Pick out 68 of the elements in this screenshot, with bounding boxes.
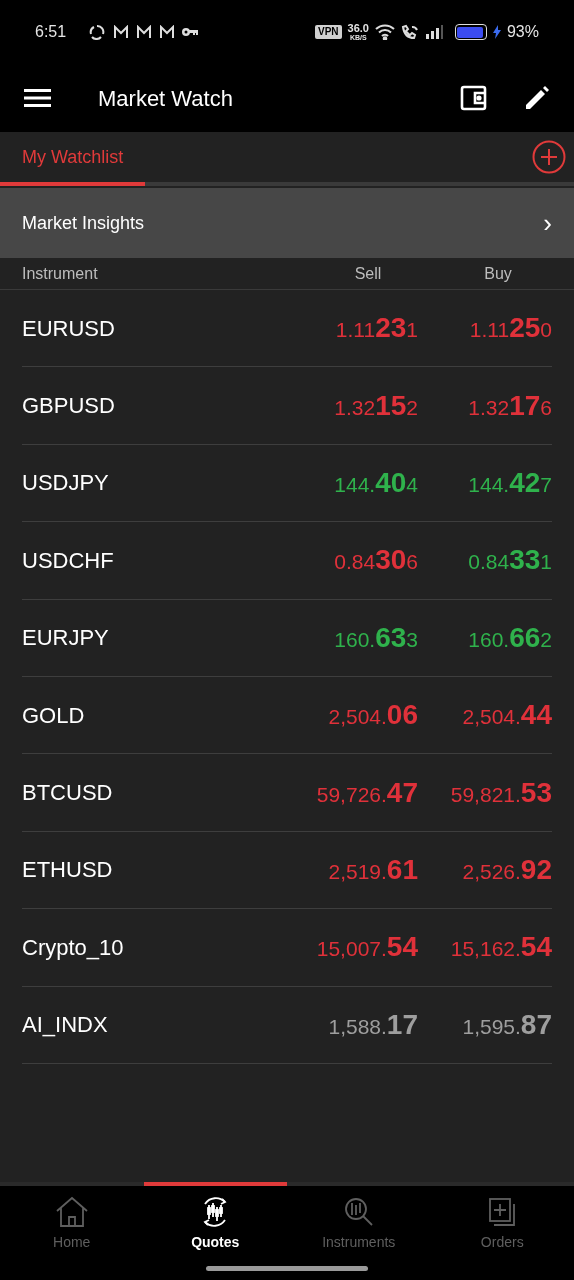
price: 1.11231 xyxy=(335,311,418,346)
instrument-row[interactable]: GOLD 2,504.06 2,504.44 xyxy=(22,676,552,755)
instrument-name: GBPUSD xyxy=(22,392,116,421)
instrument-row[interactable]: AI_INDX 1,588.17 1,595.87 xyxy=(22,986,552,1064)
instrument-row[interactable]: EURUSD 1.11231 1.11250 xyxy=(22,290,552,368)
wallet-icon[interactable] xyxy=(460,84,488,112)
instrument-name: ETHUSD xyxy=(22,856,114,885)
instrument-row[interactable]: GBPUSD 1.32152 1.32176 xyxy=(22,367,552,445)
edit-icon[interactable] xyxy=(524,85,550,111)
instrument-name: AI_INDX xyxy=(22,1011,109,1040)
menu-icon[interactable] xyxy=(24,87,52,109)
instruments-icon xyxy=(343,1197,374,1227)
price: 144.427 xyxy=(468,465,552,500)
price: 1.32176 xyxy=(468,388,552,423)
price: 0.84331 xyxy=(468,543,552,578)
instrument-name: BTCUSD xyxy=(22,779,114,808)
price: 0.84306 xyxy=(334,543,418,578)
insights-label: Market Insights xyxy=(22,211,146,235)
page-title: Market Watch xyxy=(98,84,234,113)
instrument-name: USDJPY xyxy=(22,469,110,498)
instrument-row[interactable]: USDCHF 0.84306 0.84331 xyxy=(22,522,552,600)
wifi-calling-icon xyxy=(400,24,419,40)
orders-icon xyxy=(488,1197,517,1227)
chevron-icon: › xyxy=(543,210,552,236)
wifi-icon xyxy=(374,24,395,40)
charging-icon xyxy=(492,25,501,39)
price: 144.404 xyxy=(334,465,418,500)
instrument-row[interactable]: EURJPY 160.633 160.662 xyxy=(22,599,552,677)
instrument-row[interactable]: Crypto_10 15,007.54 15,162.54 xyxy=(22,909,552,987)
price: 15,007.54 xyxy=(316,930,418,965)
battery-percent: 93% xyxy=(506,22,539,42)
home-icon xyxy=(54,1196,89,1228)
column-header: Instrument xyxy=(22,263,99,284)
instrument-name: Crypto_10 xyxy=(22,933,125,962)
key-icon xyxy=(182,27,199,37)
instrument-name: GOLD xyxy=(22,701,86,730)
price: 15,162.54 xyxy=(450,930,552,965)
instrument-name: USDCHF xyxy=(22,546,115,575)
price: 160.662 xyxy=(468,620,552,655)
price: 160.633 xyxy=(334,620,418,655)
instrument-row[interactable]: USDJPY 144.404 144.427 xyxy=(22,444,552,523)
instrument-row[interactable]: ETHUSD 2,519.61 2,526.92 xyxy=(22,831,552,910)
column-header: Buy xyxy=(483,263,513,284)
mail-icon xyxy=(113,25,130,39)
instrument-name: EURUSD xyxy=(22,314,116,343)
price: 1.32152 xyxy=(334,388,418,423)
vpn-badge: VPN xyxy=(315,25,342,39)
price: 2,526.92 xyxy=(462,852,552,887)
price: 1.11250 xyxy=(469,311,552,346)
price: 1,595.87 xyxy=(462,1007,552,1042)
price: 1,588.17 xyxy=(328,1007,418,1042)
status-time: 6:51 xyxy=(35,22,67,42)
network-speed: 36.0 xyxy=(347,23,369,34)
sync-icon xyxy=(88,24,107,40)
battery-icon xyxy=(454,24,487,40)
price: 59,821.53 xyxy=(450,775,552,810)
price: 2,504.06 xyxy=(328,698,418,733)
price: 59,726.47 xyxy=(316,775,418,810)
column-header: Sell xyxy=(353,263,383,284)
price: 2,504.44 xyxy=(462,698,552,733)
mail-icon xyxy=(159,25,176,39)
market-insights-row[interactable]: Market Insights › xyxy=(0,188,574,258)
instrument-name: EURJPY xyxy=(22,624,110,653)
signal-icon xyxy=(424,25,443,39)
price: 2,519.61 xyxy=(328,852,418,887)
add-icon[interactable] xyxy=(532,140,566,174)
mail-icon xyxy=(136,25,153,39)
instrument-row[interactable]: BTCUSD 59,726.47 59,821.53 xyxy=(22,754,552,832)
